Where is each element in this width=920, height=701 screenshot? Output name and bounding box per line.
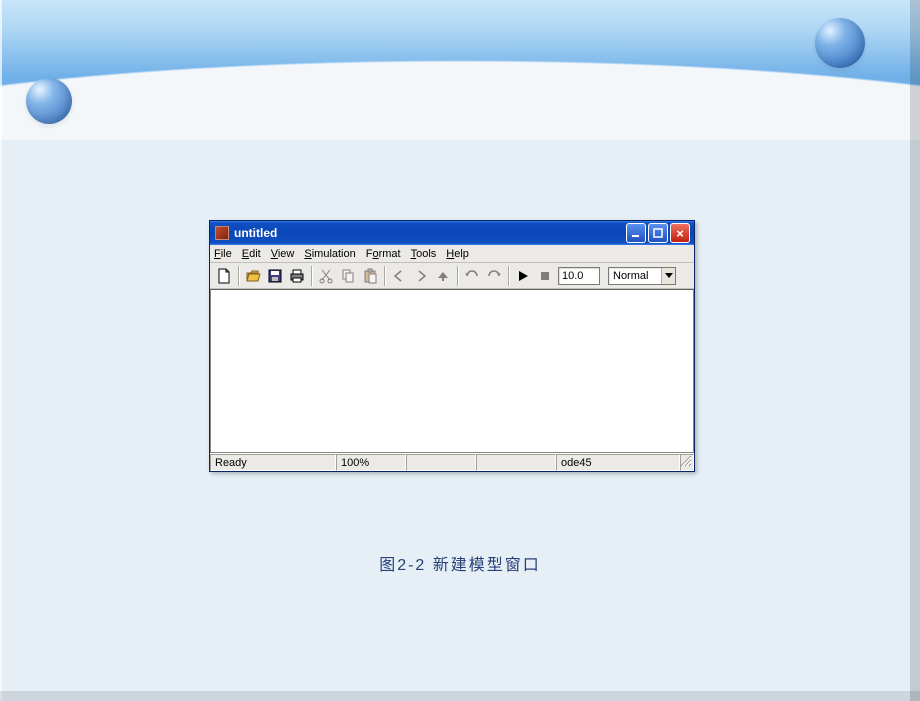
status-pane-3 [406, 454, 476, 471]
toolbar: Normal [210, 263, 694, 289]
simulation-mode-value: Normal [613, 270, 648, 282]
dropdown-arrow-icon [661, 268, 675, 284]
menu-tools[interactable]: Tools [411, 248, 437, 260]
cut-icon [318, 268, 334, 284]
save-button[interactable] [264, 265, 286, 287]
simulation-mode-select[interactable]: Normal [608, 267, 676, 285]
open-folder-icon [245, 268, 261, 284]
paste-button[interactable] [359, 265, 381, 287]
toolbar-separator [508, 266, 509, 286]
slide-shadow-right [910, 0, 920, 701]
toolbar-separator [238, 266, 239, 286]
play-icon [517, 270, 529, 282]
stop-icon [539, 270, 551, 282]
figure-caption: 图2-2 新建模型窗口 [0, 551, 920, 575]
arrow-left-icon [392, 269, 406, 283]
menu-format[interactable]: Format [366, 248, 401, 260]
grip-icon [678, 453, 692, 469]
toolbar-separator [311, 266, 312, 286]
new-file-icon [216, 268, 232, 284]
menu-simulation[interactable]: Simulation [304, 248, 355, 260]
stop-time-input[interactable] [558, 267, 600, 285]
close-icon: × [676, 226, 684, 241]
slide-highlight-left [0, 0, 2, 701]
back-button[interactable] [388, 265, 410, 287]
background-wave-cut [0, 40, 920, 140]
start-simulation-button[interactable] [512, 265, 534, 287]
arrow-right-icon [414, 269, 428, 283]
paste-icon [362, 268, 378, 284]
status-zoom-pane: 100% [336, 454, 406, 471]
cut-button[interactable] [315, 265, 337, 287]
up-button[interactable] [432, 265, 454, 287]
copy-button[interactable] [337, 265, 359, 287]
menubar: File Edit View Simulation Format Tools H… [210, 245, 694, 263]
app-icon [215, 226, 229, 240]
status-state-pane: Ready [210, 454, 336, 471]
toolbar-separator [384, 266, 385, 286]
undo-button[interactable] [461, 265, 483, 287]
decorative-sphere-right [815, 18, 865, 68]
titlebar[interactable]: untitled × [210, 221, 694, 245]
new-button[interactable] [213, 265, 235, 287]
resize-grip[interactable] [680, 454, 694, 471]
statusbar: Ready 100% ode45 [210, 453, 694, 471]
maximize-icon [653, 228, 663, 238]
undo-icon [464, 269, 480, 283]
save-floppy-icon [267, 268, 283, 284]
forward-button[interactable] [410, 265, 432, 287]
menu-edit[interactable]: Edit [242, 248, 261, 260]
status-pane-4 [476, 454, 556, 471]
status-solver-pane: ode45 [556, 454, 680, 471]
menu-file[interactable]: File [214, 248, 232, 260]
app-window: untitled × File Edit View Simulation For… [209, 220, 695, 472]
print-button[interactable] [286, 265, 308, 287]
toolbar-separator [457, 266, 458, 286]
close-button[interactable]: × [670, 223, 690, 243]
menu-help[interactable]: Help [446, 248, 469, 260]
maximize-button[interactable] [648, 223, 668, 243]
window-title: untitled [234, 226, 624, 240]
arrow-up-icon [436, 269, 450, 283]
copy-icon [340, 268, 356, 284]
menu-view[interactable]: View [271, 248, 295, 260]
minimize-button[interactable] [626, 223, 646, 243]
redo-icon [486, 269, 502, 283]
slide-shadow-bottom [0, 691, 920, 701]
redo-button[interactable] [483, 265, 505, 287]
stop-simulation-button[interactable] [534, 265, 556, 287]
decorative-sphere-left [26, 78, 72, 124]
model-canvas[interactable] [210, 289, 694, 453]
print-icon [289, 268, 305, 284]
minimize-icon [631, 228, 641, 238]
open-button[interactable] [242, 265, 264, 287]
